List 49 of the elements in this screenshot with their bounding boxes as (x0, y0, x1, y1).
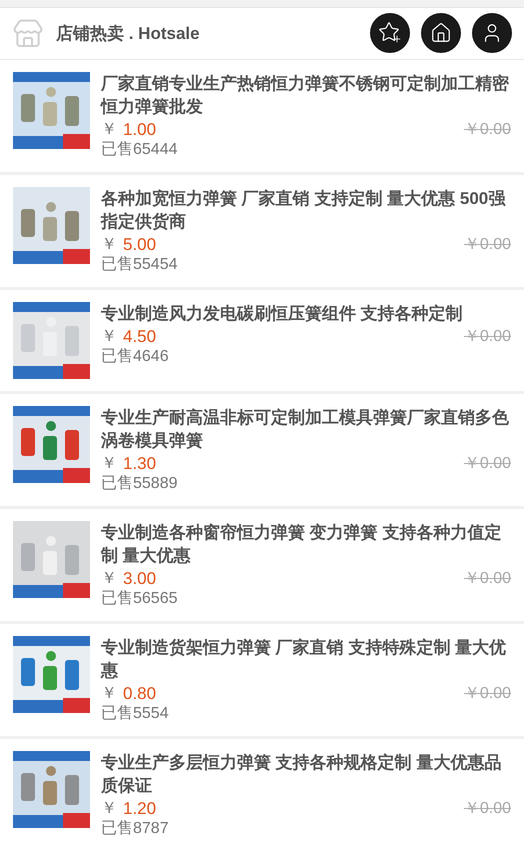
product-title[interactable]: 专业制造货架恒力弹簧 厂家直销 支持特殊定制 量大优惠 (101, 636, 511, 682)
currency-symbol: ￥ (101, 799, 117, 819)
sold-count: 已售5554 (101, 704, 170, 724)
product-title[interactable]: 专业制造各种窗帘恒力弹簧 变力弹簧 支持各种力值定制 量大优惠 (101, 521, 511, 567)
original-price: ￥0.00 (464, 327, 511, 347)
favorite-button[interactable] (370, 12, 410, 52)
home-icon (430, 22, 452, 44)
product-card[interactable]: 专业制造货架恒力弹簧 厂家直销 支持特殊定制 量大优惠 ￥ 0.80 ￥0.00 已售5554 (0, 624, 524, 739)
original-price: ￥0.00 (464, 799, 511, 819)
product-price: 0.80 (123, 683, 156, 704)
product-title[interactable]: 各种加宽恒力弹簧 厂家直销 支持定制 量大优惠 500强指定供货商 (101, 187, 511, 233)
product-title[interactable]: 厂家直销专业生产热销恒力弹簧不锈钢可定制加工精密恒力弹簧批发 (101, 72, 511, 118)
product-title[interactable]: 专业生产耐高温非标可定制加工模具弹簧厂家直销多色涡卷模具弹簧 (101, 406, 511, 452)
product-price: 4.50 (123, 326, 156, 347)
product-title[interactable]: 专业生产多层恒力弹簧 支持各种规格定制 量大优惠品质保证 (101, 751, 511, 797)
home-button[interactable] (421, 12, 461, 52)
product-price: 5.00 (123, 234, 156, 255)
original-price: ￥0.00 (464, 235, 511, 255)
currency-symbol: ￥ (101, 569, 117, 589)
sold-count: 已售56565 (101, 589, 178, 609)
product-card[interactable]: 各种加宽恒力弹簧 厂家直销 支持定制 量大优惠 500强指定供货商 ￥ 5.00 ￥0.00 已售55454 (0, 175, 524, 290)
original-price: ￥0.00 (464, 684, 511, 704)
product-price: 1.20 (123, 798, 156, 819)
currency-symbol: ￥ (101, 684, 117, 704)
original-price: ￥0.00 (464, 569, 511, 589)
product-card[interactable]: 专业制造风力发电碳刷恒压簧组件 支持各种定制 ￥ 4.50 ￥0.00 已售4646 (0, 290, 524, 394)
product-card[interactable]: 专业生产耐高温非标可定制加工模具弹簧厂家直销多色涡卷模具弹簧 ￥ 1.30 ￥0.00 已售55889 (0, 394, 524, 509)
currency-symbol: ￥ (101, 120, 117, 140)
sold-count: 已售55454 (101, 255, 178, 275)
profile-button[interactable] (472, 12, 512, 52)
product-card[interactable]: 厂家直销专业生产热销恒力弹簧不锈钢可定制加工精密恒力弹簧批发 ￥ 1.00 ￥0.00 已售65444 (0, 60, 524, 175)
product-price: 1.30 (123, 453, 156, 474)
section-title: 店铺热卖 . Hotsale (56, 22, 200, 45)
sold-count: 已售4646 (101, 347, 170, 367)
product-price: 1.00 (123, 119, 156, 140)
product-card[interactable]: 专业生产多层恒力弹簧 支持各种规格定制 量大优惠品质保证 ￥ 1.20 ￥0.00 已售8787 (0, 739, 524, 841)
store-icon (12, 18, 44, 50)
product-title[interactable]: 专业制造风力发电碳刷恒压簧组件 支持各种定制 (101, 302, 511, 325)
sold-count: 已售8787 (101, 819, 170, 839)
sold-count: 已售55889 (101, 474, 178, 494)
currency-symbol: ￥ (101, 235, 117, 255)
currency-symbol: ￥ (101, 327, 117, 347)
original-price: ￥0.00 (464, 454, 511, 474)
product-card[interactable]: 专业制造各种窗帘恒力弹簧 变力弹簧 支持各种力值定制 量大优惠 ￥ 3.00 ￥0.00 已售56565 (0, 509, 524, 624)
product-price: 3.00 (123, 568, 156, 589)
original-price: ￥0.00 (464, 120, 511, 140)
sold-count: 已售65444 (101, 140, 178, 160)
currency-symbol: ￥ (101, 454, 117, 474)
star-plus-icon (378, 21, 402, 44)
